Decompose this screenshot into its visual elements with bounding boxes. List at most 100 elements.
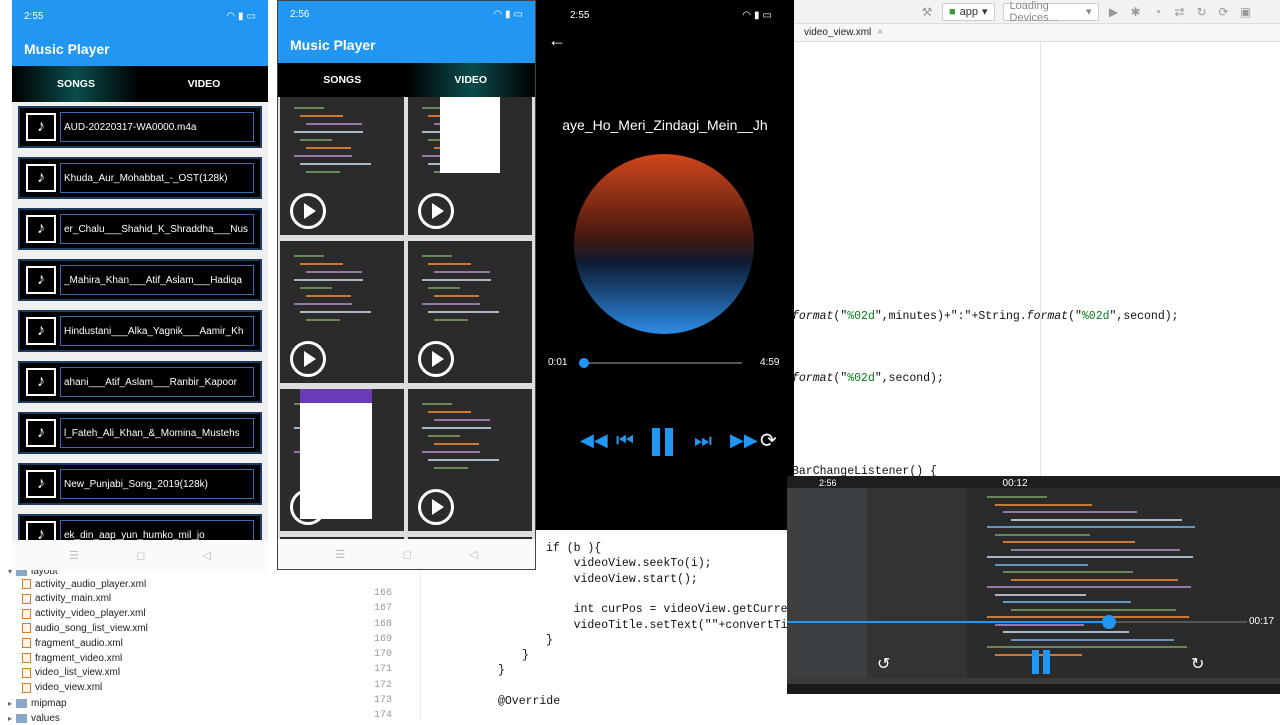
home-icon[interactable]: ◻ xyxy=(403,548,412,561)
video-grid[interactable] xyxy=(278,97,535,539)
video-seek-bar-thumb[interactable] xyxy=(1102,615,1116,629)
previous-icon[interactable]: ⏮ xyxy=(616,430,634,453)
tree-file-item[interactable]: video_view.xml xyxy=(22,681,102,695)
video-thumbnail[interactable] xyxy=(408,241,532,383)
repeat-icon[interactable]: ⟳ xyxy=(760,428,777,453)
status-time: 2:55 xyxy=(24,10,44,22)
tree-file-item[interactable]: activity_main.xml xyxy=(22,592,111,606)
tree-file-item[interactable]: video_list_view.xml xyxy=(22,666,120,680)
song-list-item[interactable]: ♪ l_Fateh_Ali_Khan_&_Momina_Mustehs xyxy=(18,412,262,454)
profile-icon[interactable]: ◔ xyxy=(1151,5,1165,19)
video-thumbnail[interactable] xyxy=(408,97,532,235)
thumbnail-code-line xyxy=(428,411,471,413)
tab-video[interactable]: VIDEO xyxy=(140,66,268,102)
thumbnail-code-line xyxy=(294,155,352,157)
line-number: 166 xyxy=(373,587,392,599)
thumbnail-code-line xyxy=(306,123,362,125)
run-config-label: app xyxy=(959,5,979,18)
line-number: 173 xyxy=(373,695,392,706)
play-icon[interactable] xyxy=(290,193,326,229)
wifi-icon: ◠ xyxy=(742,9,752,21)
album-art-disc xyxy=(574,154,754,334)
project-tree[interactable]: ▾ layout activity_audio_player.xml activit… xyxy=(0,560,280,724)
tree-file-item[interactable]: fragment_audio.xml xyxy=(22,636,123,650)
song-list-item[interactable]: ♪ _Mahira_Khan___Atif_Aslam___Hadiqa xyxy=(18,259,262,301)
song-list-item[interactable]: ♪ AUD-20220317-WA0000.m4a xyxy=(18,106,262,148)
video-code-line xyxy=(1011,548,1180,551)
home-icon[interactable]: ◻ xyxy=(136,549,145,562)
fast-forward-icon[interactable]: ▶▶ xyxy=(730,430,758,451)
song-list-item[interactable]: ♪ er_Chalu___Shahid_K_Shraddha___Nus xyxy=(18,208,262,250)
song-list-item[interactable]: ♪ ek_din_aap_yun_humko_mil_jo xyxy=(18,514,262,540)
pause-icon xyxy=(665,428,673,456)
thumbnail-code-line xyxy=(428,459,499,461)
seek-bar-thumb[interactable] xyxy=(579,358,589,368)
tree-label: video_view.xml xyxy=(35,682,103,694)
back-arrow-icon[interactable]: ← xyxy=(548,30,566,51)
song-list-item[interactable]: ♪ Hindustani___Alka_Yagnik___Aamir_Kh xyxy=(18,310,262,352)
song-list-item[interactable]: ♪ New_Punjabi_Song_2019(128k) xyxy=(18,463,262,505)
tab-songs[interactable]: SONGS xyxy=(278,63,407,97)
song-list-item[interactable]: ♪ ahani___Atif_Aslam___Ranbir_Kapoor xyxy=(18,361,262,403)
play-icon[interactable] xyxy=(290,341,326,377)
forward-10-icon[interactable]: ↻ xyxy=(1191,654,1204,674)
close-icon[interactable]: × xyxy=(877,27,883,38)
video-thumbnail[interactable] xyxy=(280,241,404,383)
video-seek-bar[interactable] xyxy=(787,615,1247,629)
wifi-icon: ◠ xyxy=(226,10,236,22)
tree-folder-mipmap[interactable]: ▸ mipmap xyxy=(8,696,67,710)
editor-tab[interactable]: video_view.xml × xyxy=(804,27,883,38)
run-config-dropdown[interactable]: ■ app ▾ xyxy=(942,2,995,21)
video-seek-bar-fill xyxy=(787,621,1109,623)
run-icon[interactable]: ▶ xyxy=(1107,5,1121,19)
rewind-icon[interactable]: ◀◀ xyxy=(580,430,608,451)
code-line: videoView.seekTo(i); xyxy=(546,557,712,571)
song-list-item[interactable]: ♪ Khuda_Aur_Mohabbat_-_OST(128k) xyxy=(18,157,262,199)
seek-bar[interactable] xyxy=(579,358,742,368)
song-name: _Mahira_Khan___Atif_Aslam___Hadiqa xyxy=(60,265,254,295)
attach-icon[interactable]: ⇄ xyxy=(1173,5,1187,19)
back-icon[interactable]: ◁ xyxy=(469,548,477,561)
recents-icon[interactable]: ☰ xyxy=(335,548,345,561)
play-icon[interactable] xyxy=(290,489,326,525)
song-list[interactable]: ♪ AUD-20220317-WA0000.m4a ♪ Khuda_Aur_Mohab… xyxy=(12,102,268,540)
nav-bar: ☰ ◻ ◁ xyxy=(12,540,268,570)
pause-button[interactable] xyxy=(652,428,673,456)
play-icon[interactable] xyxy=(418,193,454,229)
apply-changes-icon[interactable]: ↻ xyxy=(1195,5,1209,19)
replay-10-icon[interactable]: ↺ xyxy=(877,654,890,674)
android-icon: ■ xyxy=(949,5,956,18)
recents-icon[interactable]: ☰ xyxy=(69,549,79,562)
tab-songs[interactable]: SONGS xyxy=(12,66,140,102)
music-note-icon: ♪ xyxy=(26,470,56,498)
tree-file-item[interactable]: fragment_video.xml xyxy=(22,651,122,665)
tree-label: mipmap xyxy=(31,697,67,709)
debug-icon[interactable]: ✱ xyxy=(1129,5,1143,19)
editor-margin-line xyxy=(1040,42,1041,482)
thumbnail-code-line xyxy=(428,263,471,265)
wifi-icon: ◠ xyxy=(493,8,503,20)
device-manager-icon[interactable]: ▣ xyxy=(1239,5,1253,19)
tree-file-item[interactable]: activity_audio_player.xml xyxy=(22,577,146,591)
video-thumbnail[interactable] xyxy=(280,389,404,531)
play-icon[interactable] xyxy=(418,489,454,525)
next-icon[interactable]: ⏭ xyxy=(694,430,712,453)
video-thumbnail[interactable] xyxy=(408,389,532,531)
sync-icon[interactable]: ⟳ xyxy=(1217,5,1231,19)
device-selector[interactable]: Loading Devices... ▾ xyxy=(1002,0,1099,24)
video-thumbnail[interactable] xyxy=(280,97,404,235)
video-pause-button[interactable] xyxy=(1032,650,1050,674)
tree-file-item[interactable]: audio_song_list_view.xml xyxy=(22,621,148,635)
play-icon[interactable] xyxy=(418,341,454,377)
hammer-icon[interactable]: ⚒ xyxy=(920,5,934,19)
music-note-icon: ♪ xyxy=(26,266,56,294)
tab-video[interactable]: VIDEO xyxy=(406,63,535,97)
video-code-line xyxy=(1003,541,1135,543)
tree-file-item[interactable]: activity_video_player.xml xyxy=(22,607,146,621)
song-name: New_Punjabi_Song_2019(128k) xyxy=(60,469,254,499)
line-number: 169 xyxy=(373,633,392,645)
status-icons: ◠ ▮ ▭ xyxy=(226,11,256,22)
tree-folder-values[interactable]: ▸ values xyxy=(8,711,60,725)
back-icon[interactable]: ◁ xyxy=(202,549,210,562)
code-line: } xyxy=(546,633,553,647)
